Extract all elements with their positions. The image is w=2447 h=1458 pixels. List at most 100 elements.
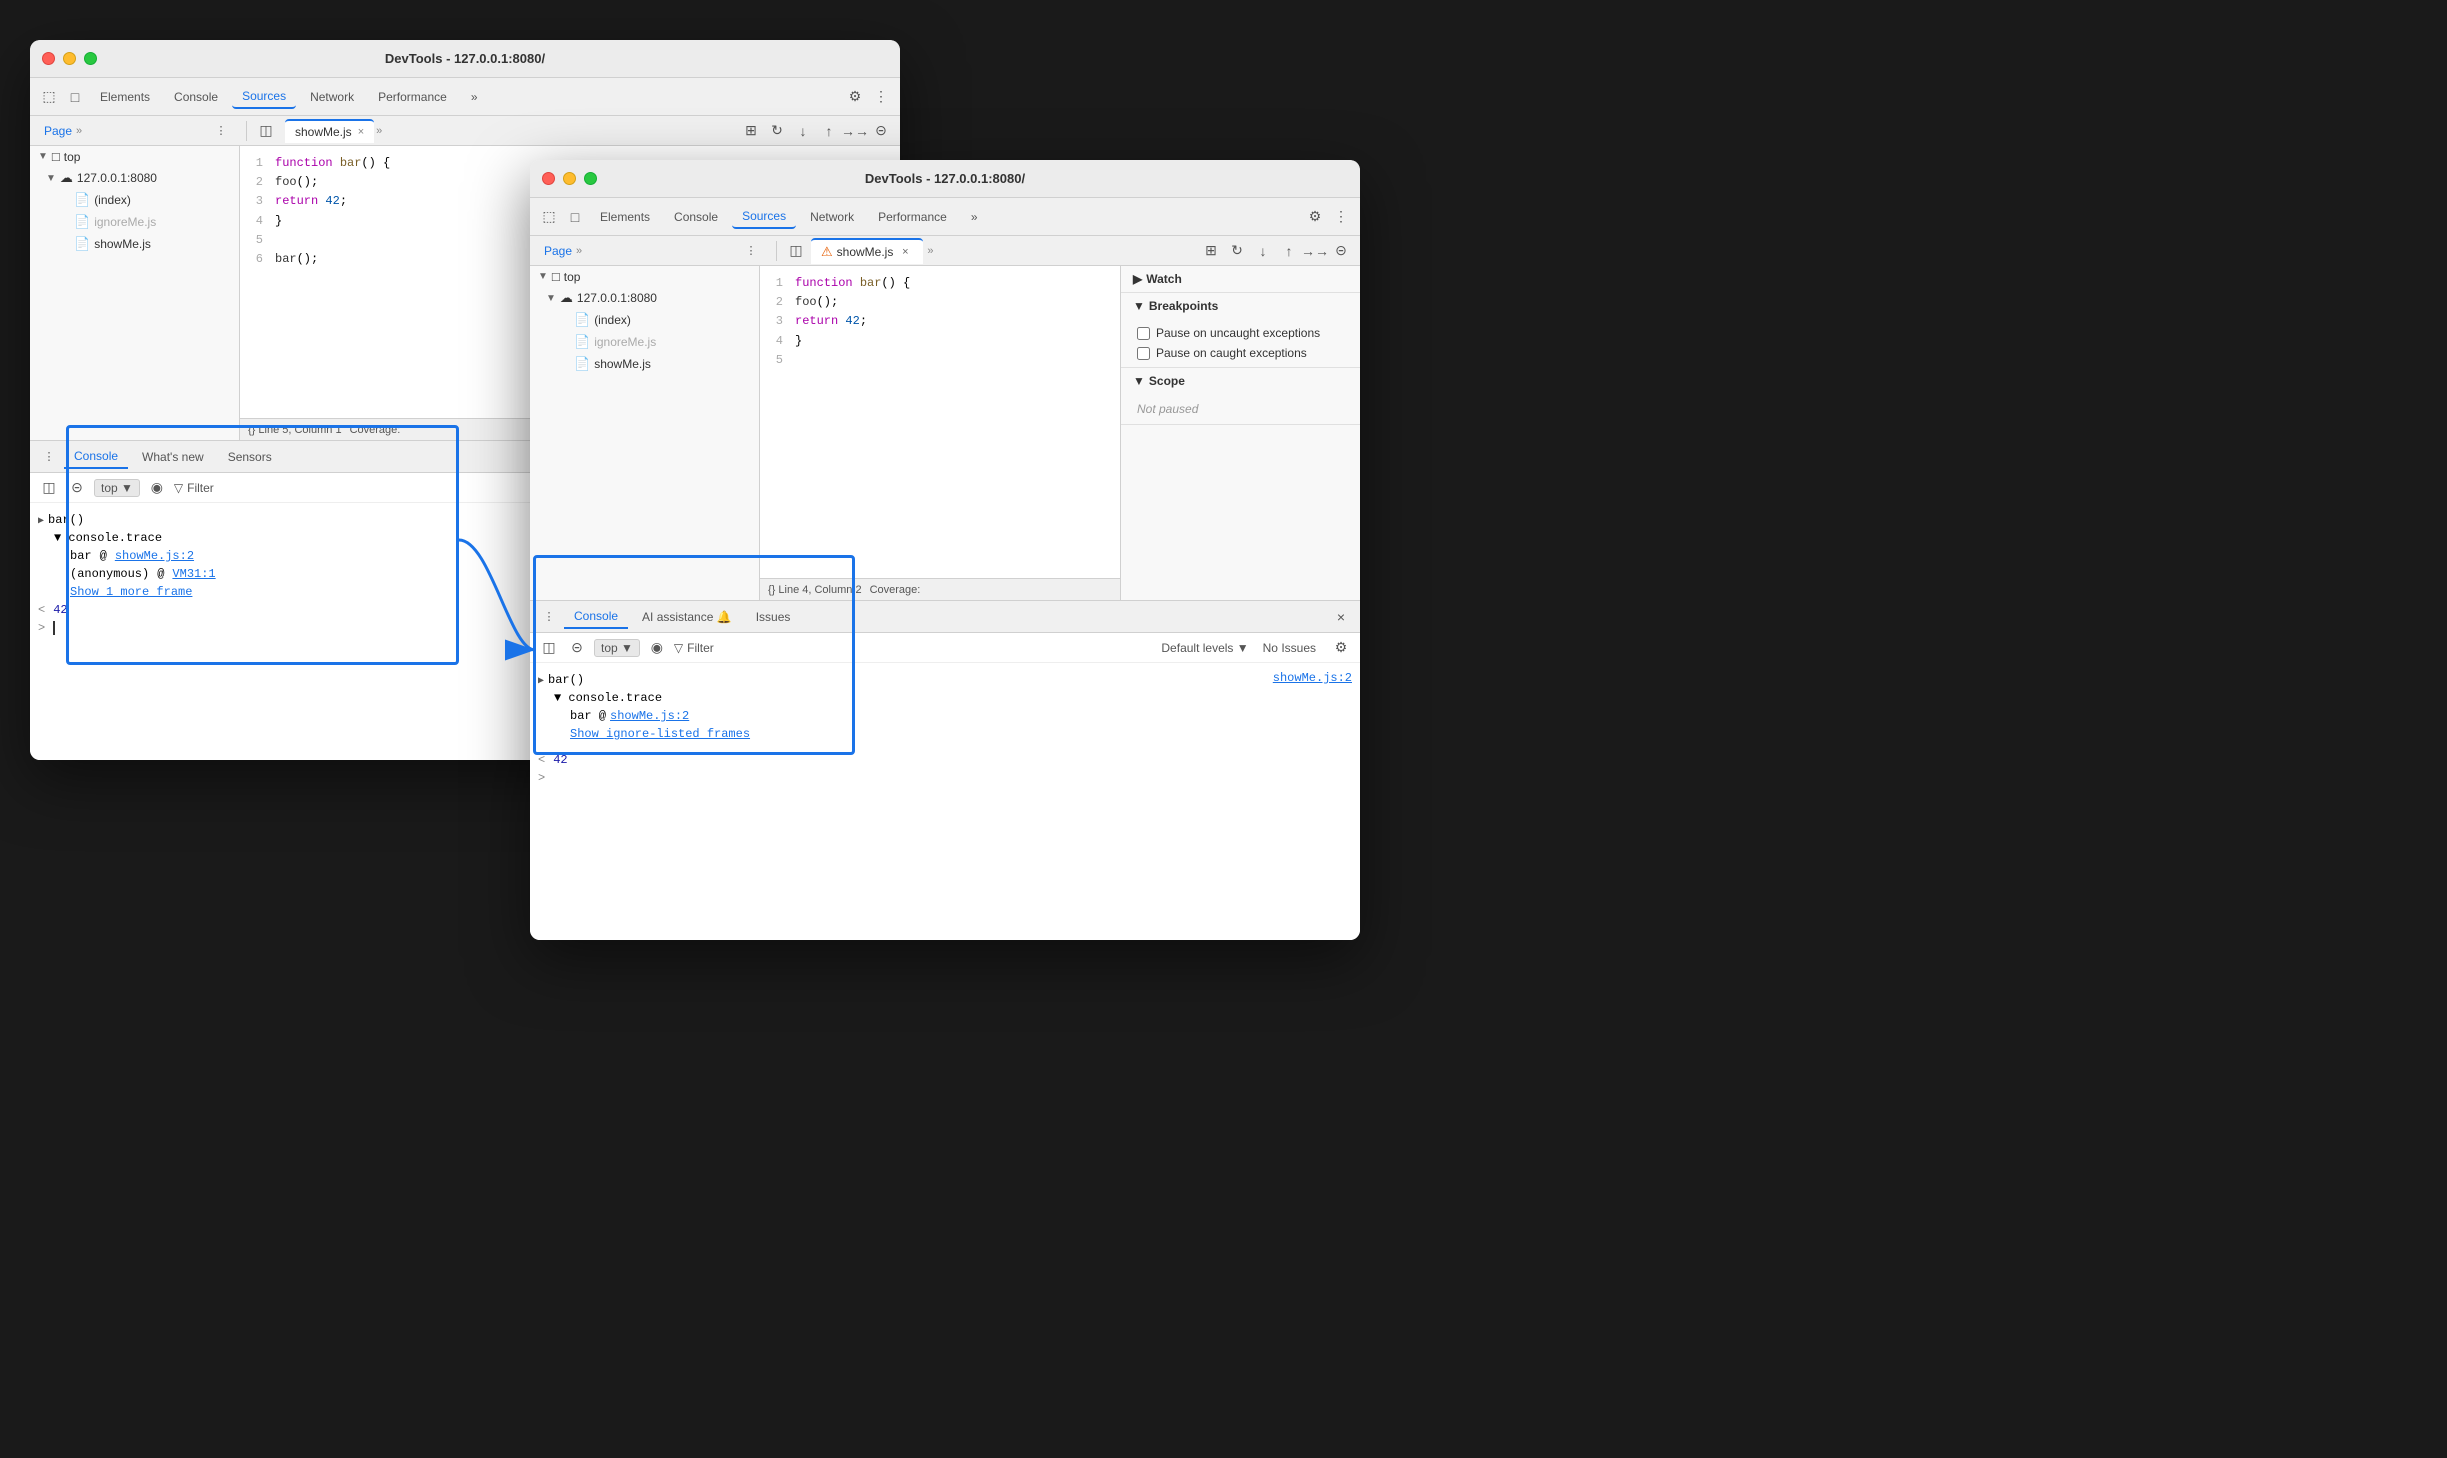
maximize-button[interactable] xyxy=(84,52,97,65)
step-over-front[interactable]: ↓ xyxy=(1252,240,1274,262)
tree-top-front[interactable]: ▼ □ top xyxy=(530,266,759,287)
tab-console-bottom-back[interactable]: Console xyxy=(64,445,128,469)
settings-console-front[interactable]: ⚙ xyxy=(1330,637,1352,659)
scope-header[interactable]: ▼ Scope xyxy=(1121,368,1360,394)
clear-console-back[interactable]: ⊝ xyxy=(66,477,88,499)
breakpoints-header[interactable]: ▼ Breakpoints xyxy=(1121,293,1360,319)
watch-chevron: ▶ xyxy=(1133,272,1142,286)
vm31-link-back[interactable]: VM31:1 xyxy=(172,567,215,581)
maximize-button-front[interactable] xyxy=(584,172,597,185)
tree-showme-back[interactable]: 📄 showMe.js xyxy=(30,233,239,255)
tree-top-back[interactable]: ▼ □ top xyxy=(30,146,239,167)
show-more-link-back[interactable]: Show 1 more frame xyxy=(70,585,192,599)
tab-console-front[interactable]: Console xyxy=(664,206,728,228)
toggle-sidebar-back[interactable]: ◫ xyxy=(255,120,277,142)
page-tab-front[interactable]: Page xyxy=(544,244,572,258)
tree-server-front[interactable]: ▼ ☁ 127.0.0.1:8080 xyxy=(530,287,759,309)
tab-console-back[interactable]: Console xyxy=(164,86,228,108)
step-out-back[interactable]: →→ xyxy=(844,120,866,142)
sidebar-menu-front[interactable]: ⋮ xyxy=(740,240,762,262)
tab-ai-front[interactable]: AI assistance 🔔 xyxy=(632,606,742,628)
more-icon-sidebar-back[interactable]: » xyxy=(76,125,82,137)
showme-link-back[interactable]: showMe.js:2 xyxy=(115,549,194,563)
sidebar-toggle-bottom-front[interactable]: ◫ xyxy=(538,637,560,659)
tab-network-back[interactable]: Network xyxy=(300,86,364,108)
inspect-icon[interactable]: ⬚ xyxy=(38,86,60,108)
step-into-back[interactable]: ↑ xyxy=(818,120,840,142)
close-button[interactable] xyxy=(42,52,55,65)
tab-console-bottom-front[interactable]: Console xyxy=(564,605,628,629)
close-tab-front[interactable]: × xyxy=(897,244,913,260)
settings-icon-front[interactable]: ⚙ xyxy=(1304,206,1326,228)
deactivate-front[interactable]: ⊝ xyxy=(1330,240,1352,262)
sidebar-menu-back[interactable]: ⋮ xyxy=(210,120,232,142)
bottom-menu-back[interactable]: ⋮ xyxy=(38,446,60,468)
breakpoints-body: Pause on uncaught exceptions Pause on ca… xyxy=(1121,319,1360,367)
context-selector-back[interactable]: top ▼ xyxy=(94,479,140,497)
clear-console-front[interactable]: ⊝ xyxy=(566,637,588,659)
split-editor-back[interactable]: ⊞ xyxy=(740,120,762,142)
showme-link-front[interactable]: showMe.js:2 xyxy=(610,709,689,723)
toggle-sidebar-front[interactable]: ◫ xyxy=(785,240,807,262)
step-into-front[interactable]: ↑ xyxy=(1278,240,1300,262)
tab-network-front[interactable]: Network xyxy=(800,206,864,228)
sidebar-toggle-bottom-back[interactable]: ◫ xyxy=(38,477,60,499)
more-tabs-back[interactable]: » xyxy=(376,125,382,137)
eye-icon-front[interactable]: ◉ xyxy=(646,637,668,659)
tab-performance-back[interactable]: Performance xyxy=(368,86,457,108)
tree-ignoreme-back[interactable]: 📄 ignoreMe.js xyxy=(30,211,239,233)
tab-performance-front[interactable]: Performance xyxy=(868,206,957,228)
close-bottom-front[interactable]: × xyxy=(1330,606,1352,628)
show-ignore-listed-link[interactable]: Show ignore-listed frames xyxy=(570,727,750,741)
minimize-button-front[interactable] xyxy=(563,172,576,185)
file-tab-showme-back[interactable]: showMe.js × xyxy=(285,119,374,143)
settings-icon-back[interactable]: ⚙ xyxy=(844,86,866,108)
tab-more-front[interactable]: » xyxy=(961,206,988,228)
split-editor-front[interactable]: ⊞ xyxy=(1200,240,1222,262)
pause-caught-checkbox[interactable] xyxy=(1137,347,1150,360)
tab-more-back[interactable]: » xyxy=(461,86,488,108)
debug-toolbar-back: ⊞ ↻ ↓ ↑ →→ ⊝ xyxy=(740,120,892,142)
page-tab-back[interactable]: Page xyxy=(44,124,72,138)
watch-header[interactable]: ▶ Watch xyxy=(1121,266,1360,292)
device-icon[interactable]: □ xyxy=(64,86,86,108)
context-selector-front[interactable]: top ▼ xyxy=(594,639,640,657)
step-over-back[interactable]: ↓ xyxy=(792,120,814,142)
menu-icon-front[interactable]: ⋮ xyxy=(1330,206,1352,228)
tab-issues-front[interactable]: Issues xyxy=(746,606,801,628)
tab-sources-front[interactable]: Sources xyxy=(732,205,796,229)
tab-sources-back[interactable]: Sources xyxy=(232,85,296,109)
pause-uncaught-checkbox[interactable] xyxy=(1137,327,1150,340)
tab-whatsnew-back[interactable]: What's new xyxy=(132,446,214,468)
refresh-back[interactable]: ↻ xyxy=(766,120,788,142)
watch-label: Watch xyxy=(1146,272,1182,286)
file-tab-showme-front[interactable]: ⚠ showMe.js × xyxy=(811,238,923,264)
right-debug-panel: ▶ Watch ▼ Breakpoints Pause on uncaught … xyxy=(1120,266,1360,600)
minimize-button[interactable] xyxy=(63,52,76,65)
refresh-front[interactable]: ↻ xyxy=(1226,240,1248,262)
tree-showme-front[interactable]: 📄 showMe.js xyxy=(530,353,759,375)
more-icon-front[interactable]: » xyxy=(576,245,582,257)
menu-icon-back[interactable]: ⋮ xyxy=(870,86,892,108)
tree-index-front[interactable]: 📄 (index) xyxy=(530,309,759,331)
tree-ignoreme-front[interactable]: 📄 ignoreMe.js xyxy=(530,331,759,353)
step-out-front[interactable]: →→ xyxy=(1304,240,1326,262)
tree-index-back[interactable]: 📄 (index) xyxy=(30,189,239,211)
close-button-front[interactable] xyxy=(542,172,555,185)
tree-server-back[interactable]: ▼ ☁ 127.0.0.1:8080 xyxy=(30,167,239,189)
tab-elements-front[interactable]: Elements xyxy=(590,206,660,228)
device-icon-front[interactable]: □ xyxy=(564,206,586,228)
bar-call-label: bar() xyxy=(48,513,84,527)
tab-sensors-back[interactable]: Sensors xyxy=(218,446,282,468)
file-icon-ignoreme-back: 📄 xyxy=(74,214,90,230)
tab-elements-back[interactable]: Elements xyxy=(90,86,160,108)
showme-side-link[interactable]: showMe.js:2 xyxy=(1273,671,1352,787)
deactivate-back[interactable]: ⊝ xyxy=(870,120,892,142)
default-levels-btn[interactable]: Default levels ▼ xyxy=(1161,641,1248,655)
bottom-menu-front[interactable]: ⋮ xyxy=(538,606,560,628)
close-tab-back[interactable]: × xyxy=(358,126,364,138)
inspect-icon-front[interactable]: ⬚ xyxy=(538,206,560,228)
no-issues-label: No Issues xyxy=(1263,641,1316,655)
eye-icon-back[interactable]: ◉ xyxy=(146,477,168,499)
more-tabs-front[interactable]: » xyxy=(927,245,933,257)
